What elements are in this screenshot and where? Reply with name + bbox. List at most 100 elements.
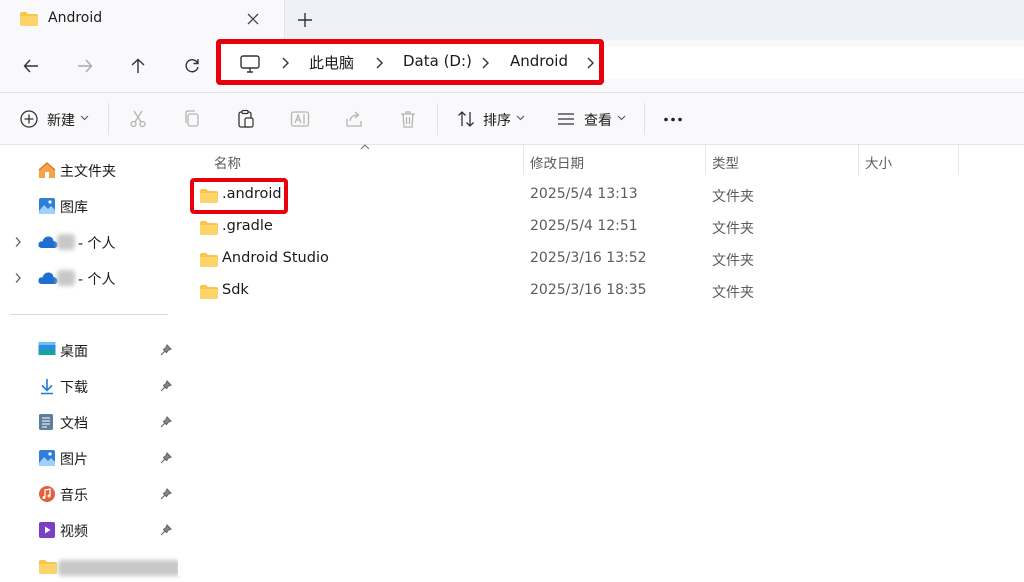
desktop-icon bbox=[38, 341, 56, 357]
breadcrumb-android[interactable]: Android bbox=[510, 52, 568, 70]
chevron-down-icon[interactable] bbox=[516, 115, 525, 121]
column-header-modified[interactable]: 修改日期 bbox=[530, 152, 584, 172]
music-icon bbox=[38, 485, 56, 503]
file-type: 文件夹 bbox=[712, 253, 754, 269]
file-name[interactable]: Android Studio bbox=[222, 250, 329, 266]
rename-icon[interactable] bbox=[290, 109, 310, 129]
address-row: 此电脑 Data (D:) Android bbox=[0, 39, 1024, 92]
copy-icon[interactable] bbox=[182, 109, 202, 129]
column-divider[interactable] bbox=[523, 145, 524, 175]
sidebar-item-videos[interactable]: 视频 bbox=[0, 514, 178, 546]
navigation-pane: 主文件夹 图库 - 个人 - 个人 桌面 下载 文档 图片 音乐 视频 bbox=[0, 145, 180, 576]
download-arrow-icon bbox=[38, 377, 56, 395]
computer-icon[interactable] bbox=[239, 54, 261, 74]
pin-icon[interactable] bbox=[160, 416, 172, 428]
chevron-right-icon[interactable] bbox=[14, 236, 22, 248]
back-arrow-icon[interactable] bbox=[19, 54, 43, 78]
table-row[interactable]: .android 2025/5/4 13:13 文件夹 bbox=[178, 180, 1024, 212]
column-header-name[interactable]: 名称 bbox=[214, 152, 241, 172]
tab-android[interactable]: Android bbox=[0, 0, 285, 40]
sidebar-item-music[interactable]: 音乐 bbox=[0, 478, 178, 510]
chevron-right-icon[interactable] bbox=[14, 272, 22, 284]
command-bar: 新建 排序 查看 bbox=[0, 93, 1024, 145]
file-type: 文件夹 bbox=[712, 285, 754, 301]
new-plus-circle-icon[interactable] bbox=[19, 109, 39, 129]
pin-icon[interactable] bbox=[160, 488, 172, 500]
pin-icon[interactable] bbox=[160, 452, 172, 464]
tab-strip: Android bbox=[0, 0, 1024, 40]
cut-scissors-icon[interactable] bbox=[128, 109, 148, 129]
table-row[interactable]: Sdk 2025/3/16 18:35 文件夹 bbox=[178, 276, 1024, 308]
sidebar-item-label: 下载 bbox=[60, 380, 88, 396]
paste-clipboard-icon[interactable] bbox=[236, 109, 256, 129]
folder-icon bbox=[199, 220, 219, 236]
gallery-icon bbox=[38, 197, 56, 215]
new-button[interactable]: 新建 bbox=[47, 110, 75, 130]
sidebar-item-onedrive-2[interactable]: - 个人 bbox=[0, 262, 178, 294]
table-row[interactable]: Android Studio 2025/3/16 13:52 文件夹 bbox=[178, 244, 1024, 276]
new-tab-plus-icon[interactable] bbox=[296, 11, 314, 29]
pin-icon[interactable] bbox=[160, 524, 172, 536]
sidebar-item-label: 图库 bbox=[60, 200, 88, 216]
chevron-right-icon[interactable] bbox=[280, 56, 290, 70]
folder-icon bbox=[199, 284, 219, 300]
sidebar-item-label: 图片 bbox=[60, 452, 88, 468]
sidebar-item-documents[interactable]: 文档 bbox=[0, 406, 178, 438]
chevron-right-icon[interactable] bbox=[585, 56, 595, 70]
sort-up-chevron-icon bbox=[360, 144, 370, 150]
file-name[interactable]: .gradle bbox=[222, 218, 273, 234]
redacted-name-blur bbox=[57, 234, 75, 250]
breadcrumb-this-pc[interactable]: 此电脑 bbox=[309, 52, 354, 73]
onedrive-cloud-icon bbox=[38, 271, 58, 285]
sidebar-item-onedrive-1[interactable]: - 个人 bbox=[0, 226, 178, 258]
sort-button[interactable]: 排序 bbox=[483, 110, 511, 130]
more-ellipsis-icon[interactable] bbox=[663, 117, 683, 122]
column-divider[interactable] bbox=[958, 145, 959, 175]
divider bbox=[108, 103, 109, 135]
sidebar-item-pictures[interactable]: 图片 bbox=[0, 442, 178, 474]
chevron-down-icon[interactable] bbox=[80, 115, 89, 121]
redacted-name-blur bbox=[58, 560, 180, 576]
sort-arrows-icon[interactable] bbox=[456, 109, 476, 129]
sidebar-item-gallery[interactable]: 图库 bbox=[0, 190, 178, 222]
chevron-right-icon[interactable] bbox=[480, 56, 490, 70]
column-header-size[interactable]: 大小 bbox=[865, 152, 892, 172]
sidebar-item-label: - 个人 bbox=[78, 272, 116, 288]
pin-icon[interactable] bbox=[160, 344, 172, 356]
table-row[interactable]: .gradle 2025/5/4 12:51 文件夹 bbox=[178, 212, 1024, 244]
sidebar-item-label: - 个人 bbox=[78, 236, 116, 252]
share-icon[interactable] bbox=[344, 109, 364, 129]
sidebar-item-home[interactable]: 主文件夹 bbox=[0, 154, 178, 186]
delete-trash-icon[interactable] bbox=[398, 109, 418, 129]
sidebar-item-label: 主文件夹 bbox=[60, 164, 116, 180]
forward-arrow-icon[interactable] bbox=[73, 54, 97, 78]
file-name[interactable]: Sdk bbox=[222, 282, 249, 298]
tab-title: Android bbox=[48, 10, 103, 26]
sidebar-item-label: 文档 bbox=[60, 416, 88, 432]
chevron-right-icon[interactable] bbox=[374, 56, 384, 70]
view-button[interactable]: 查看 bbox=[584, 110, 612, 130]
refresh-icon[interactable] bbox=[180, 54, 204, 78]
column-header-type[interactable]: 类型 bbox=[712, 152, 739, 172]
sidebar-item-desktop[interactable]: 桌面 bbox=[0, 334, 178, 366]
column-divider[interactable] bbox=[858, 145, 859, 175]
column-divider[interactable] bbox=[705, 145, 706, 175]
view-lines-icon[interactable] bbox=[556, 109, 576, 129]
file-modified: 2025/5/4 12:51 bbox=[530, 218, 638, 234]
breadcrumb-data-d[interactable]: Data (D:) bbox=[403, 52, 472, 70]
pictures-icon bbox=[38, 449, 56, 467]
sidebar-item-label: 音乐 bbox=[60, 488, 88, 504]
divider bbox=[437, 103, 438, 135]
close-icon[interactable] bbox=[246, 12, 260, 26]
sidebar-item-downloads[interactable]: 下载 bbox=[0, 370, 178, 402]
pin-icon[interactable] bbox=[160, 380, 172, 392]
file-modified: 2025/5/4 13:13 bbox=[530, 186, 638, 202]
home-icon bbox=[37, 161, 57, 179]
address-bar-empty-area[interactable] bbox=[604, 47, 1024, 79]
file-modified: 2025/3/16 18:35 bbox=[530, 282, 647, 298]
file-type: 文件夹 bbox=[712, 221, 754, 237]
sidebar-item-redacted-folder[interactable] bbox=[0, 550, 180, 582]
folder-icon bbox=[38, 559, 58, 575]
chevron-down-icon[interactable] bbox=[617, 115, 626, 121]
up-arrow-icon[interactable] bbox=[126, 54, 150, 78]
